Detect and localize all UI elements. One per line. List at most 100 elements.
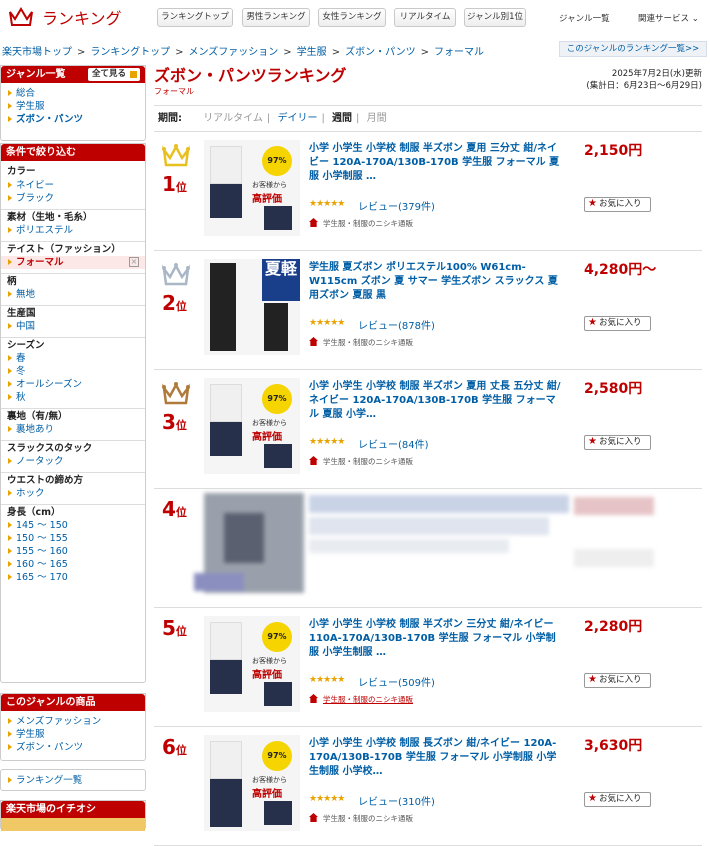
- nav-men-ranking[interactable]: 男性ランキング: [242, 8, 310, 27]
- product-link-uniform[interactable]: 学生服: [1, 728, 145, 741]
- review-stars-icon: ★★★★★: [309, 318, 345, 328]
- filter-category-origin: 生産国: [1, 305, 145, 320]
- chevron-down-icon: ⌄: [691, 14, 699, 24]
- rank-number: 2位: [162, 291, 187, 315]
- genre-item-all[interactable]: 総合: [1, 87, 145, 100]
- filter-formal-selected[interactable]: フォーマル ×: [1, 256, 145, 269]
- rating-badge: 97%: [262, 622, 292, 652]
- product-title[interactable]: 小学 小学生 小学校 制服 半ズボン 三分丈 紺/ネイビー 110A-170A/…: [309, 618, 564, 660]
- shop-link[interactable]: 学生服・制服のニシキ通販: [309, 694, 413, 705]
- product-image[interactable]: 97% お客様から 高評価: [204, 378, 300, 474]
- crown-icon: [162, 382, 190, 409]
- shop-link[interactable]: 学生服・制服のニシキ通販: [309, 456, 413, 467]
- breadcrumb-pants[interactable]: ズボン・パンツ: [345, 47, 416, 58]
- period-weekly: 週間: [332, 113, 353, 124]
- filter-height-155[interactable]: 155 ～ 160: [1, 545, 145, 558]
- filter-black[interactable]: ブラック: [1, 192, 145, 205]
- product-title[interactable]: 学生服 夏ズボン ポリエステル100% W61cm-W115cm ズボン 夏 サ…: [309, 261, 564, 303]
- product-image[interactable]: 97% お客様から 高評価: [204, 616, 300, 712]
- nav-realtime[interactable]: リアルタイム: [394, 8, 456, 27]
- filter-hook[interactable]: ホック: [1, 487, 145, 500]
- aggregation-period: (集計日：6月23日～6月29日): [586, 81, 702, 91]
- review-link[interactable]: レビュー(379件): [358, 198, 435, 213]
- crown-icon: [162, 263, 190, 290]
- product-title[interactable]: 小学 小学生 小学校 制服 長ズボン 紺/ネイビー 120A-170A/130B…: [309, 737, 564, 779]
- filter-winter[interactable]: 冬: [1, 365, 145, 378]
- shop-link[interactable]: 学生服・制服のニシキ通販: [309, 813, 413, 824]
- filter-category-height: 身長（cm）: [1, 504, 145, 519]
- favorite-button[interactable]: お気に入り: [584, 197, 651, 212]
- product-image[interactable]: 97% お客様から 高評価: [204, 735, 300, 831]
- period-label: 期間:: [158, 113, 182, 124]
- genre-item-pants[interactable]: ズボン・パンツ: [1, 113, 145, 126]
- ranking-item: 6位 97% お客様から 高評価 小学 小学生 小学校 制服 長ズボン 紺/ネイビー 1…: [154, 727, 702, 846]
- product-image[interactable]: 夏軽: [204, 259, 300, 355]
- ranking-list-link[interactable]: ランキング一覧: [1, 774, 145, 787]
- filter-no-tuck[interactable]: ノータック: [1, 455, 145, 468]
- rank-number: 4位: [162, 497, 187, 521]
- related-services-link[interactable]: 関連サービス ⌄: [638, 12, 699, 24]
- genre-list-box: ジャンル一覧 全て見る 総合 学生服 ズボン・パンツ: [0, 65, 146, 141]
- period-daily[interactable]: デイリー: [277, 113, 317, 124]
- ranking-item: 1位 97% お客様から 高評価 小学 小学生 小学校 制服 半ズボン 夏用 三分丈 紺…: [154, 132, 702, 251]
- filter-category-waist: ウエストの締め方: [1, 472, 145, 487]
- product-price: 2,580円: [584, 381, 643, 397]
- review-link[interactable]: レビュー(84件): [358, 436, 429, 451]
- rating-badge: 97%: [262, 741, 292, 771]
- filter-lined[interactable]: 裏地あり: [1, 423, 145, 436]
- genre-ranking-list-link[interactable]: このジャンルのランキング一覧>>: [559, 41, 707, 57]
- crown-icon: [162, 144, 190, 171]
- filter-category-tuck: スラックスのタック: [1, 440, 145, 455]
- review-link[interactable]: レビュー(310件): [358, 793, 435, 808]
- nav-ranking-top[interactable]: ランキングトップ: [157, 8, 233, 27]
- filter-autumn[interactable]: 秋: [1, 391, 145, 404]
- recommend-heading: 楽天市場のイチオシ: [1, 801, 145, 818]
- review-link[interactable]: レビュー(509件): [358, 674, 435, 689]
- breadcrumb-uniform[interactable]: 学生服: [297, 47, 327, 58]
- ranking-item: 2位 夏軽 学生服 夏ズボン ポリエステル100% W61cm-W115cm ズボン…: [154, 251, 702, 370]
- favorite-button[interactable]: お気に入り: [584, 316, 651, 331]
- recommend-box: 楽天市場のイチオシ: [0, 800, 146, 831]
- filter-navy[interactable]: ネイビー: [1, 179, 145, 192]
- filter-spring[interactable]: 春: [1, 352, 145, 365]
- filter-heading: 条件で絞り込む: [1, 144, 145, 161]
- summer-badge: 夏軽: [262, 259, 300, 301]
- recommend-banner[interactable]: [1, 818, 145, 831]
- filter-plain[interactable]: 無地: [1, 288, 145, 301]
- filter-category-material: 素材（生地・毛糸）: [1, 209, 145, 224]
- product-title[interactable]: 小学 小学生 小学校 制服 半ズボン 夏用 丈長 五分丈 紺/ネイビー 120A…: [309, 380, 564, 422]
- ranking-logo[interactable]: ランキング: [8, 5, 122, 29]
- review-stars-icon: ★★★★★: [309, 794, 345, 804]
- favorite-button[interactable]: お気に入り: [584, 792, 651, 807]
- genre-item-uniform[interactable]: 学生服: [1, 100, 145, 113]
- nav-genre-first[interactable]: ジャンル別1位: [464, 8, 526, 27]
- clear-filter-icon[interactable]: ×: [129, 257, 139, 267]
- filter-height-145[interactable]: 145 ～ 150: [1, 519, 145, 532]
- shop-link[interactable]: 学生服・制服のニシキ通販: [309, 337, 413, 348]
- filter-height-165[interactable]: 165 ～ 170: [1, 571, 145, 584]
- favorite-button[interactable]: お気に入り: [584, 673, 651, 688]
- filter-height-150[interactable]: 150 ～ 155: [1, 532, 145, 545]
- review-stars-icon: ★★★★★: [309, 437, 345, 447]
- rank-number: 6位: [162, 735, 187, 759]
- filter-all-season[interactable]: オールシーズン: [1, 378, 145, 391]
- product-link-pants[interactable]: ズボン・パンツ: [1, 741, 145, 754]
- product-image[interactable]: 97% お客様から 高評価: [204, 140, 300, 236]
- genre-products-heading: このジャンルの商品: [1, 694, 145, 711]
- breadcrumb-ranking-top[interactable]: ランキングトップ: [90, 47, 170, 58]
- filter-height-160[interactable]: 160 ～ 165: [1, 558, 145, 571]
- product-price: 4,280円～: [584, 262, 657, 278]
- product-link-mens-fashion[interactable]: メンズファッション: [1, 715, 145, 728]
- favorite-button[interactable]: お気に入り: [584, 435, 651, 450]
- review-link[interactable]: レビュー(878件): [358, 317, 435, 332]
- breadcrumb-mens-fashion[interactable]: メンズファッション: [188, 47, 278, 58]
- shop-link[interactable]: 学生服・制服のニシキ通販: [309, 218, 413, 229]
- see-all-button[interactable]: 全て見る: [87, 68, 140, 81]
- breadcrumb-rakuten-top[interactable]: 楽天市場トップ: [2, 47, 72, 58]
- nav-women-ranking[interactable]: 女性ランキング: [318, 8, 386, 27]
- breadcrumb-formal[interactable]: フォーマル: [434, 47, 484, 58]
- genre-list-link[interactable]: ジャンル一覧: [559, 12, 610, 24]
- product-title[interactable]: 小学 小学生 小学校 制服 半ズボン 夏用 三分丈 紺/ネイビー 120A-17…: [309, 142, 564, 184]
- filter-china[interactable]: 中国: [1, 320, 145, 333]
- filter-polyester[interactable]: ポリエステル: [1, 224, 145, 237]
